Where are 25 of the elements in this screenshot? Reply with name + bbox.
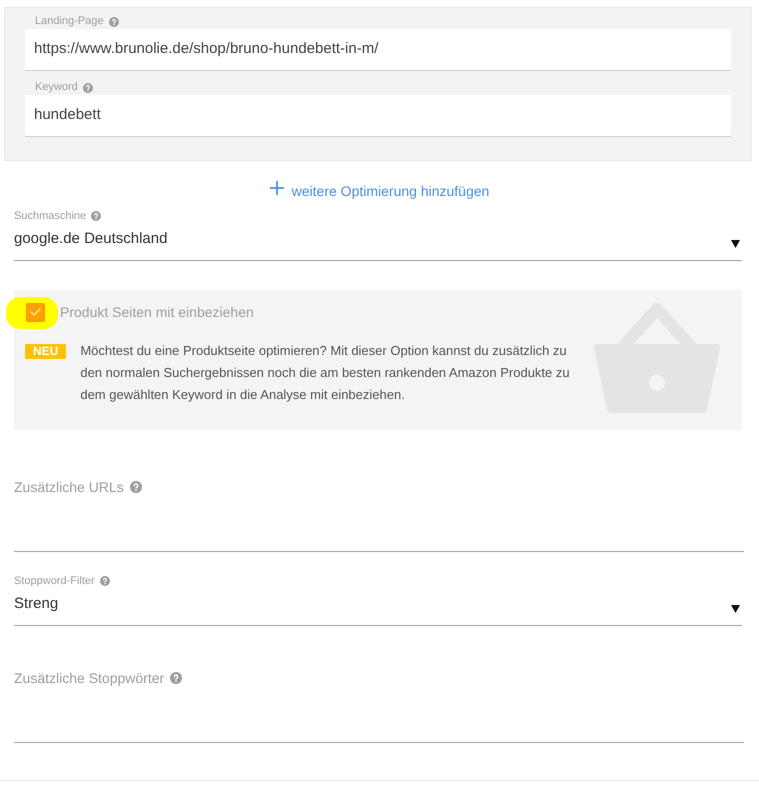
- text-input[interactable]: hundebett: [25, 95, 731, 137]
- help-icon[interactable]: [91, 211, 102, 221]
- plus-icon: [270, 181, 284, 195]
- help-icon[interactable]: [108, 16, 119, 26]
- text-input[interactable]: https://www.brunolie.de/shop/bruno-hundebett-in-m/: [25, 29, 731, 71]
- select-value: Streng: [14, 595, 58, 613]
- field-label: Zusätzliche URLs: [14, 478, 124, 496]
- caret-icon[interactable]: [731, 605, 740, 613]
- select-value: google.de Deutschland: [14, 230, 168, 248]
- help-icon[interactable]: [170, 672, 182, 684]
- field-label: Suchmaschine: [14, 210, 86, 222]
- checkbox[interactable]: [26, 302, 45, 322]
- new-badge: NEU: [25, 344, 66, 359]
- help-icon[interactable]: [130, 481, 142, 493]
- checkmark-icon: [30, 308, 41, 316]
- help-icon[interactable]: [100, 576, 110, 586]
- field-label: Zusätzliche Stoppwörter: [14, 669, 164, 687]
- caret-icon[interactable]: [731, 240, 740, 248]
- select-field[interactable]: Stoppword-Filter Streng: [14, 573, 742, 626]
- field-label: Keyword: [35, 81, 78, 94]
- field-label: Stoppword-Filter: [14, 574, 95, 588]
- help-icon[interactable]: [82, 82, 93, 92]
- option-description: Möchtest du eine Produktseite optimieren? Mit dieser Option kannst du zusätzlich zu den normalen Suchergebnissen noch die am besten rankenden Amazon Produkte zu dem gewählten Keyword in die Analyse mit einbeziehen.: [80, 342, 571, 404]
- field-label: Landing-Page: [35, 15, 104, 28]
- select-field[interactable]: Suchmaschine google.de Deutschland: [14, 208, 742, 261]
